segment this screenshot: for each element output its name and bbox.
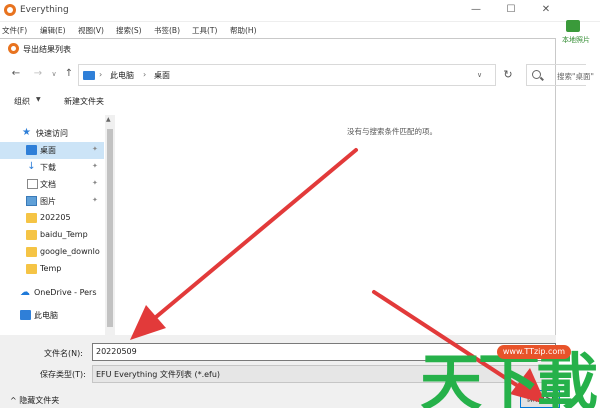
- watermark-logo: 天下載: [420, 346, 598, 408]
- arrow-head-filename-icon: [130, 305, 166, 340]
- watermark-badge: www.TTzip.com: [497, 345, 571, 359]
- arrow-to-filename: [148, 148, 358, 324]
